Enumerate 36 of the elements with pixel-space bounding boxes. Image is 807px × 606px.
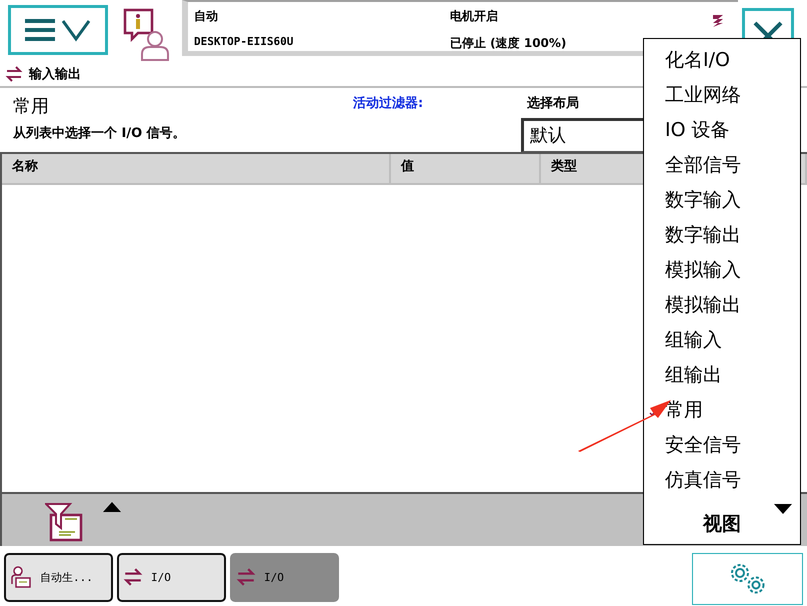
swap-arrows-icon <box>236 568 256 586</box>
triangle-down-icon[interactable] <box>774 504 792 514</box>
menu-item[interactable]: 模拟输出 <box>644 287 800 322</box>
column-header[interactable]: 值 <box>391 154 541 185</box>
speed-icon <box>712 14 724 28</box>
close-icon <box>751 19 785 39</box>
menu-item[interactable]: 仿真信号 <box>644 462 800 497</box>
swap-arrows-icon <box>123 568 143 586</box>
instruction-text: 从列表中选择一个 I/O 信号。 <box>13 125 187 142</box>
active-filter-label: 活动过滤器: <box>353 95 424 113</box>
triangle-up-icon[interactable] <box>103 502 121 512</box>
app-title: 输入输出 <box>29 66 81 83</box>
menu-item[interactable]: 组输出 <box>644 357 800 392</box>
task-button[interactable]: I/O <box>230 552 339 602</box>
motor-status: 电机开启 <box>450 8 499 25</box>
program-status: 已停止 (速度 100%) <box>450 35 568 52</box>
view-title: 常用 <box>13 95 50 118</box>
settings-button[interactable] <box>692 553 803 605</box>
menu-item[interactable]: 安全信号 <box>644 427 800 462</box>
layout-label: 选择布局 <box>527 95 580 112</box>
swap-arrows-icon <box>5 66 23 82</box>
info-person-icon[interactable] <box>122 7 172 63</box>
system-name: DESKTOP-EIIS60U <box>194 35 294 48</box>
main-menu-button[interactable] <box>8 5 108 55</box>
task-button[interactable]: I/O <box>117 552 226 602</box>
operator-icon <box>10 566 32 588</box>
task-button[interactable]: 自动生... <box>4 552 113 602</box>
menu-item[interactable]: 组输入 <box>644 322 800 357</box>
menu-item[interactable]: 工业网络 <box>644 77 800 112</box>
operating-mode: 自动 <box>194 8 219 25</box>
filter-icon[interactable] <box>45 502 83 542</box>
view-button[interactable]: 视图 <box>703 510 741 536</box>
menu-item[interactable]: 数字输出 <box>644 217 800 252</box>
menu-item[interactable]: 模拟输入 <box>644 252 800 287</box>
column-header[interactable]: 名称 <box>2 154 391 185</box>
menu-item[interactable]: 数字输入 <box>644 182 800 217</box>
